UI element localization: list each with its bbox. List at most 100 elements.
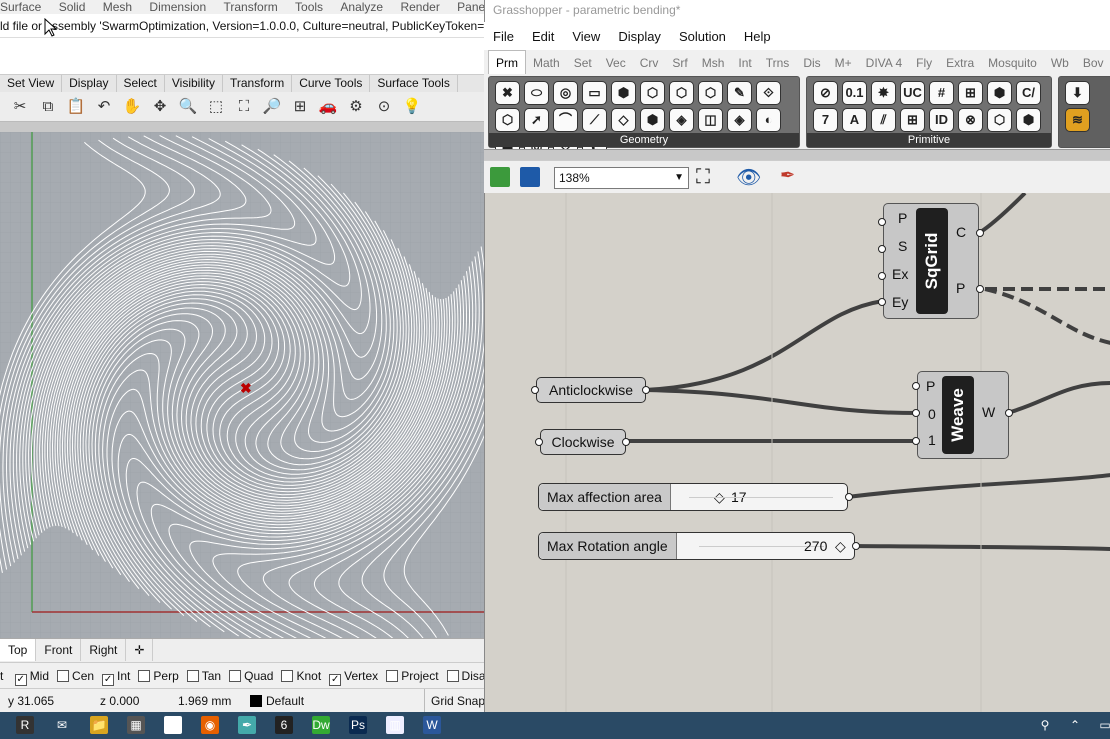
- input-grip[interactable]: [878, 245, 886, 253]
- tab-curve-tools[interactable]: Curve Tools: [292, 75, 371, 92]
- slider-max-affection-area[interactable]: Max affection area ◇ 17: [538, 483, 848, 511]
- light-icon[interactable]: 💡: [402, 97, 422, 117]
- output-grip[interactable]: [622, 438, 630, 446]
- people-icon[interactable]: ⚲: [1036, 716, 1054, 734]
- zoom-selected-icon[interactable]: 🔎: [262, 97, 282, 117]
- rh-menu-solid[interactable]: Solid: [59, 1, 86, 14]
- zoom-window-icon[interactable]: ⬚: [206, 97, 226, 117]
- gh-menu-file[interactable]: File: [484, 22, 523, 52]
- panel-anticlockwise[interactable]: Anticlockwise: [536, 377, 646, 403]
- calculator-icon[interactable]: ▦: [127, 716, 145, 734]
- gh-tab[interactable]: Extra: [939, 51, 981, 74]
- gh-menu-display[interactable]: Display: [609, 22, 670, 52]
- weave-component[interactable]: P 0 1 Weave W: [917, 371, 1009, 459]
- component-icon[interactable]: ✸: [871, 81, 896, 105]
- gh-tab[interactable]: Mosquito: [981, 51, 1044, 74]
- input-grip[interactable]: [531, 386, 539, 394]
- pan-icon[interactable]: ✋: [122, 97, 142, 117]
- component-icon[interactable]: #: [929, 81, 954, 105]
- pen-icon[interactable]: ✒: [238, 716, 256, 734]
- input-grip[interactable]: [878, 298, 886, 306]
- component-icon[interactable]: ⬢: [640, 108, 665, 132]
- component-icon[interactable]: ⟐: [756, 81, 781, 105]
- input-grip[interactable]: [912, 437, 920, 445]
- osnap-checkbox[interactable]: ✓: [102, 674, 115, 686]
- rh-menu-transform[interactable]: Transform: [223, 1, 277, 14]
- tab-transform[interactable]: Transform: [223, 75, 293, 92]
- gh-menu-view[interactable]: View: [563, 22, 609, 52]
- rotate-view-icon[interactable]: ✥: [150, 97, 170, 117]
- status-grid-snap[interactable]: Grid Snap: [424, 689, 485, 712]
- four-view-icon[interactable]: ⊞: [290, 97, 310, 117]
- notes-icon[interactable]: ▥: [386, 716, 404, 734]
- gh-tab[interactable]: Bov: [1076, 51, 1110, 74]
- gh-menu-edit[interactable]: Edit: [523, 22, 563, 52]
- osnap-icon[interactable]: ⊙: [374, 97, 394, 117]
- gh-tab[interactable]: Wb: [1044, 51, 1076, 74]
- component-icon[interactable]: ✎: [727, 81, 752, 105]
- component-icon[interactable]: ◫: [698, 108, 723, 132]
- gh-canvas[interactable]: P S Ex Ey SqGrid C P P 0 1 Weave W Antic…: [484, 193, 1110, 712]
- top-viewport[interactable]: ✖: [0, 132, 484, 638]
- component-icon[interactable]: ⌒: [553, 108, 578, 132]
- gh-tab[interactable]: Dis: [796, 51, 827, 74]
- gh-tab[interactable]: Crv: [633, 51, 666, 74]
- osnap-checkbox[interactable]: [229, 670, 242, 682]
- component-icon[interactable]: ◐: [756, 108, 781, 132]
- component-icon[interactable]: ◈: [727, 108, 752, 132]
- preview-eye-icon[interactable]: 👁: [736, 165, 761, 190]
- slider-handle-icon[interactable]: ◇: [835, 533, 846, 559]
- component-icon[interactable]: ⬡: [495, 108, 520, 132]
- gh-tab[interactable]: Set: [567, 51, 599, 74]
- word-icon[interactable]: W: [423, 716, 441, 734]
- tab-surface-tools[interactable]: Surface Tools: [370, 75, 458, 92]
- input-grip[interactable]: [912, 382, 920, 390]
- zoom-icon[interactable]: 🔍: [178, 97, 198, 117]
- osnap-checkbox[interactable]: [386, 670, 399, 682]
- osnap-checkbox[interactable]: ✓: [14, 674, 27, 686]
- photoshop-icon[interactable]: Ps: [349, 716, 367, 734]
- signal-icon[interactable]: ≋: [1065, 108, 1090, 132]
- gh-tab[interactable]: Vec: [599, 51, 633, 74]
- component-icon[interactable]: ⫽: [871, 108, 896, 132]
- input-grip[interactable]: [912, 409, 920, 417]
- input-grip[interactable]: [535, 438, 543, 446]
- gh-tab[interactable]: Fly: [909, 51, 939, 74]
- component-icon[interactable]: ◎: [553, 81, 578, 105]
- tab-visibility[interactable]: Visibility: [165, 75, 223, 92]
- input-grip[interactable]: [878, 272, 886, 280]
- zoom-extents-icon[interactable]: ⛶: [234, 97, 254, 117]
- notification-icon[interactable]: ▭: [1096, 716, 1110, 734]
- gh-menu-help[interactable]: Help: [735, 22, 780, 52]
- tab-display[interactable]: Display: [62, 75, 117, 92]
- osnap-checkbox[interactable]: [57, 670, 70, 682]
- rh-menu-render[interactable]: Render: [400, 1, 439, 14]
- view-tab-right[interactable]: Right: [81, 639, 127, 661]
- component-icon[interactable]: ⬡: [698, 81, 723, 105]
- dreamweaver-icon[interactable]: Dw: [312, 716, 330, 734]
- paste-icon[interactable]: 📋: [66, 97, 86, 117]
- copy-icon[interactable]: ⧉: [38, 97, 58, 117]
- component-icon[interactable]: ⟋: [582, 108, 607, 132]
- component-icon[interactable]: ⊞: [900, 108, 925, 132]
- gh-tab[interactable]: DIVA 4: [859, 51, 909, 74]
- view-tab-front[interactable]: Front: [36, 639, 82, 661]
- rh-menu-panels[interactable]: Panels: [457, 1, 484, 14]
- component-icon[interactable]: A: [842, 108, 867, 132]
- component-icon[interactable]: ⊗: [958, 108, 983, 132]
- output-grip[interactable]: [976, 285, 984, 293]
- osnap-checkbox[interactable]: [138, 670, 151, 682]
- component-icon[interactable]: ◇: [611, 108, 636, 132]
- component-icon[interactable]: ⊘: [813, 81, 838, 105]
- component-icon[interactable]: C/: [1016, 81, 1041, 105]
- component-icon[interactable]: UC: [900, 81, 925, 105]
- input-grip[interactable]: [878, 218, 886, 226]
- component-icon[interactable]: ⬡: [987, 108, 1012, 132]
- folder-icon[interactable]: 📁: [90, 716, 108, 734]
- gh-tab[interactable]: M+: [828, 51, 859, 74]
- rh-menu-tools[interactable]: Tools: [295, 1, 323, 14]
- gh-tab[interactable]: Srf: [665, 51, 694, 74]
- gh-tab[interactable]: Trns: [759, 51, 797, 74]
- rh-menu-surface[interactable]: Surface: [0, 1, 41, 14]
- slider-max-rotation-angle[interactable]: Max Rotation angle 270 ◇: [538, 532, 855, 560]
